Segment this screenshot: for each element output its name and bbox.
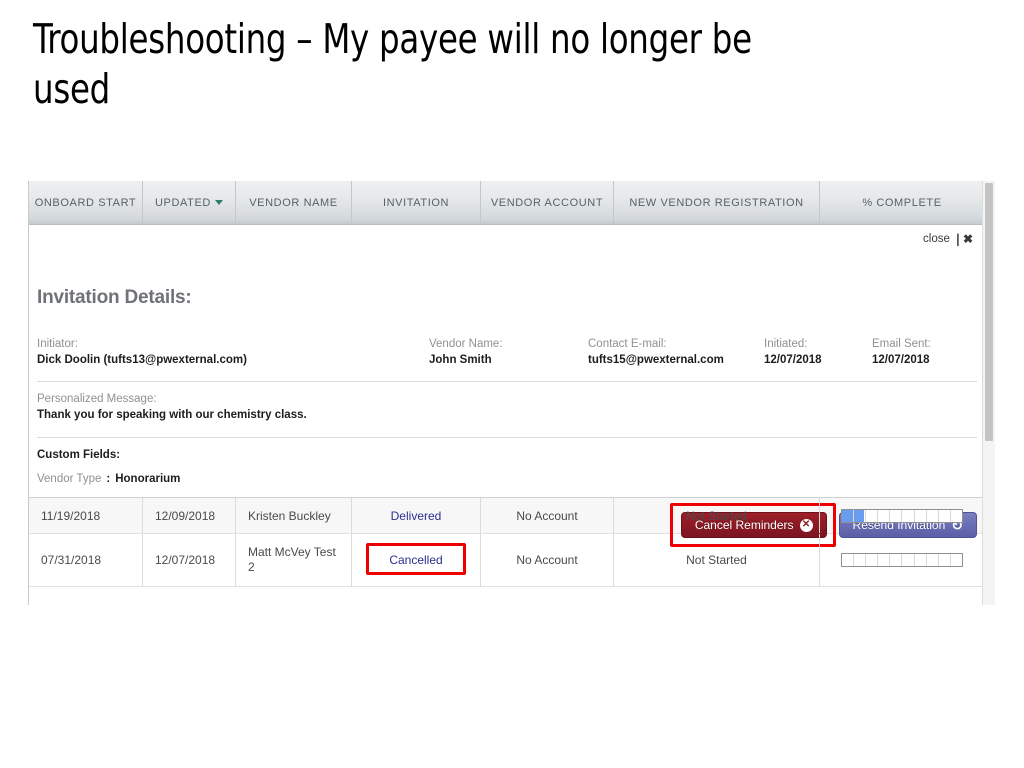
- caret-down-icon: [214, 200, 223, 205]
- cell-vendor-name: Matt McVey Test 2: [236, 534, 352, 586]
- personalized-message-block: Personalized Message: Thank you for spea…: [37, 392, 307, 423]
- column-header-label: VENDOR NAME: [249, 196, 338, 209]
- details-title: Invitation Details:: [37, 287, 192, 308]
- detail-label: Vendor Name:: [429, 338, 503, 350]
- panel-scrollbar[interactable]: [982, 181, 995, 605]
- column-header-onboard-start[interactable]: ONBOARD START: [29, 181, 143, 224]
- custom-fields-block: Custom Fields: Vendor Type : Honorarium: [37, 449, 180, 485]
- detail-field-initiated: Initiated: 12/07/2018: [764, 337, 822, 368]
- personalized-message-value: Thank you for speaking with our chemistr…: [37, 409, 307, 421]
- progress-bar-ticks: [842, 554, 962, 566]
- detail-label: Initiated:: [764, 338, 808, 350]
- custom-field-label: Vendor Type: [37, 473, 102, 485]
- cell-new-vendor-registration: Not Started: [614, 534, 820, 586]
- column-header-percent-complete[interactable]: % COMPLETE: [820, 181, 984, 224]
- progress-bar-ticks: [842, 509, 962, 522]
- cell-updated: 12/07/2018: [143, 534, 236, 586]
- detail-field-contact-email: Contact E-mail: tufts15@pwexternal.com: [588, 337, 724, 368]
- custom-fields-title: Custom Fields:: [37, 449, 121, 461]
- detail-label: Contact E-mail:: [588, 338, 667, 350]
- detail-value: 12/07/2018: [764, 354, 822, 366]
- detail-field-initiator: Initiator: Dick Doolin (tufts13@pwextern…: [37, 337, 247, 368]
- close-icon: ❘✖: [952, 232, 973, 246]
- cell-vendor-account: No Account: [481, 498, 614, 533]
- detail-label: Email Sent:: [872, 338, 931, 350]
- custom-field-value: Honorarium: [115, 473, 181, 485]
- divider: [37, 381, 977, 382]
- column-header-label: ONBOARD START: [34, 196, 137, 209]
- detail-field-vendor-name: Vendor Name: John Smith: [429, 337, 503, 368]
- column-header-vendor-name[interactable]: VENDOR NAME: [236, 181, 352, 224]
- column-header-updated[interactable]: UPDATED: [143, 181, 236, 224]
- detail-value: Dick Doolin (tufts13@pwexternal.com): [37, 354, 247, 366]
- close-details-button[interactable]: close ❘✖: [923, 233, 973, 245]
- divider: [37, 437, 977, 438]
- cell-vendor-name: Kristen Buckley: [236, 498, 352, 533]
- scrollbar-thumb[interactable]: [985, 183, 993, 441]
- cell-vendor-name-text: Matt McVey Test 2: [248, 545, 336, 574]
- custom-field-separator: :: [106, 473, 111, 485]
- detail-field-email-sent: Email Sent: 12/07/2018: [872, 337, 931, 368]
- progress-bar: [841, 553, 963, 567]
- cell-updated: 12/09/2018: [143, 498, 236, 533]
- column-header-vendor-account[interactable]: VENDOR ACCOUNT: [481, 181, 614, 224]
- column-header-label: NEW VENDOR REGISTRATION: [629, 196, 804, 209]
- table-row[interactable]: 07/31/2018 12/07/2018 Matt McVey Test 2 …: [29, 534, 995, 587]
- cell-invitation-status[interactable]: Cancelled: [352, 534, 481, 586]
- detail-value: John Smith: [429, 354, 492, 366]
- column-header-label: % COMPLETE: [862, 196, 942, 209]
- cell-invitation-status-text: Cancelled: [389, 553, 443, 567]
- details-field-row: Initiator: Dick Doolin (tufts13@pwextern…: [37, 337, 977, 383]
- detail-value: tufts15@pwexternal.com: [588, 354, 724, 366]
- progress-bar: [841, 508, 963, 523]
- column-header-label: INVITATION: [382, 196, 450, 209]
- table-row[interactable]: 11/19/2018 12/09/2018 Kristen Buckley De…: [29, 498, 995, 534]
- detail-label: Initiator:: [37, 338, 78, 350]
- cell-new-vendor-registration: Not Started: [614, 498, 820, 533]
- column-header-label: VENDOR ACCOUNT: [490, 196, 604, 209]
- invitation-details-panel: close ❘✖ Invitation Details: Initiator: …: [29, 225, 995, 547]
- cell-percent-complete: [820, 498, 984, 533]
- column-header-new-vendor-registration[interactable]: NEW VENDOR REGISTRATION: [614, 181, 820, 224]
- cell-vendor-account: No Account: [481, 534, 614, 586]
- close-label: close: [923, 233, 950, 245]
- detail-value: 12/07/2018: [872, 354, 930, 366]
- table-header-row: ONBOARD START UPDATED VENDOR NAME INVITA…: [29, 181, 995, 225]
- vendor-onboarding-panel: ONBOARD START UPDATED VENDOR NAME INVITA…: [28, 181, 995, 605]
- custom-field-vendor-type: Vendor Type : Honorarium: [37, 473, 180, 485]
- cell-invitation-status[interactable]: Delivered: [352, 498, 481, 533]
- column-header-invitation[interactable]: INVITATION: [352, 181, 481, 224]
- cell-onboard-start: 11/19/2018: [29, 498, 143, 533]
- personalized-message-label: Personalized Message:: [37, 393, 157, 405]
- page-title: Troubleshooting – My payee will no longe…: [33, 15, 762, 113]
- cell-percent-complete: [820, 534, 984, 586]
- cell-onboard-start: 07/31/2018: [29, 534, 143, 586]
- column-header-label: UPDATED: [155, 196, 211, 209]
